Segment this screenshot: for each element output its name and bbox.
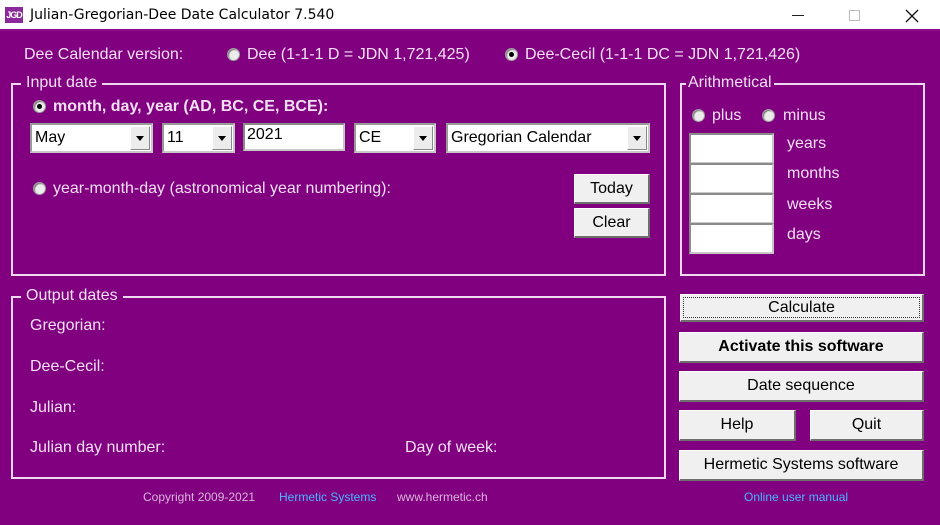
- calendar-value: Gregorian Calendar: [451, 129, 592, 146]
- month-value: May: [35, 129, 66, 146]
- clear-button[interactable]: Clear: [574, 208, 650, 238]
- era-dropdown-arrow[interactable]: [413, 126, 433, 150]
- minus-radio[interactable]: [762, 109, 775, 122]
- ymd-radio-label[interactable]: year-month-day (astronomical year number…: [53, 180, 391, 198]
- date-sequence-button[interactable]: Date sequence: [679, 371, 924, 402]
- dee-cecil-output-label: Dee-Cecil:: [30, 358, 105, 375]
- dee-cecil-radio-label[interactable]: Dee-Cecil (1-1-1 DC = JDN 1,721,426): [525, 46, 800, 64]
- month-select[interactable]: May: [30, 123, 153, 153]
- calendar-dropdown-arrow[interactable]: [627, 126, 647, 150]
- months-input[interactable]: [689, 163, 774, 194]
- day-value: 11: [167, 129, 184, 146]
- title-bar: JGD Julian-Gregorian-Dee Date Calculator…: [0, 0, 940, 31]
- chevron-down-icon: [633, 135, 641, 141]
- window-title: Julian-Gregorian-Dee Date Calculator 7.5…: [30, 7, 335, 23]
- gregorian-output-label: Gregorian:: [30, 317, 106, 334]
- weeks-label: weeks: [787, 196, 833, 213]
- minus-radio-label[interactable]: minus: [783, 107, 826, 125]
- dee-radio[interactable]: [227, 48, 240, 61]
- close-icon: [905, 9, 919, 22]
- arithmetical-legend: Arithmetical: [686, 74, 774, 92]
- close-button[interactable]: [889, 0, 935, 31]
- dee-cecil-radio[interactable]: [505, 48, 518, 61]
- days-input[interactable]: [689, 223, 774, 254]
- minimize-button[interactable]: [775, 0, 821, 31]
- activate-software-button[interactable]: Activate this software: [679, 332, 924, 363]
- mdy-radio-label[interactable]: month, day, year (AD, BC, CE, BCE):: [53, 98, 328, 116]
- day-select[interactable]: 11: [162, 123, 235, 153]
- dee-version-label: Dee Calendar version:: [24, 46, 184, 63]
- maximize-icon: [848, 10, 860, 21]
- minimize-icon: [792, 15, 804, 16]
- weeks-input[interactable]: [689, 193, 774, 224]
- output-dates-legend: Output dates: [21, 287, 123, 305]
- era-select[interactable]: CE: [354, 123, 436, 153]
- website-text[interactable]: www.hermetic.ch: [397, 490, 488, 504]
- calculate-button[interactable]: Calculate: [680, 294, 924, 322]
- months-label: months: [787, 165, 840, 182]
- plus-radio-label[interactable]: plus: [712, 107, 741, 125]
- plus-radio[interactable]: [692, 109, 705, 122]
- julian-output-label: Julian:: [30, 399, 77, 416]
- month-dropdown-arrow[interactable]: [130, 126, 150, 150]
- focus-ring: [683, 297, 920, 318]
- hermetic-systems-link[interactable]: Hermetic Systems: [279, 490, 376, 504]
- chevron-down-icon: [419, 135, 427, 141]
- mdy-radio[interactable]: [33, 100, 46, 113]
- days-label: days: [787, 226, 821, 243]
- quit-button[interactable]: Quit: [810, 410, 924, 441]
- input-date-legend: Input date: [21, 74, 103, 92]
- help-button[interactable]: Help: [679, 410, 796, 441]
- dee-radio-label[interactable]: Dee (1-1-1 D = JDN 1,721,425): [247, 46, 470, 64]
- era-value: CE: [359, 129, 382, 146]
- app-logo-icon: JGD: [5, 7, 23, 23]
- hermetic-software-button[interactable]: Hermetic Systems software: [679, 450, 924, 481]
- ymd-radio[interactable]: [33, 182, 46, 195]
- chevron-down-icon: [218, 135, 226, 141]
- chevron-down-icon: [136, 135, 144, 141]
- calendar-select[interactable]: Gregorian Calendar: [446, 123, 650, 153]
- day-of-week-output-label: Day of week:: [405, 439, 498, 456]
- jdn-output-label: Julian day number:: [30, 439, 166, 456]
- day-dropdown-arrow[interactable]: [212, 126, 232, 150]
- years-input[interactable]: [689, 133, 774, 164]
- copyright-text: Copyright 2009-2021: [143, 490, 256, 504]
- online-manual-link[interactable]: Online user manual: [744, 490, 848, 504]
- today-button[interactable]: Today: [574, 174, 650, 204]
- years-label: years: [787, 135, 827, 152]
- maximize-button[interactable]: [831, 0, 877, 31]
- year-input[interactable]: 2021: [243, 123, 345, 151]
